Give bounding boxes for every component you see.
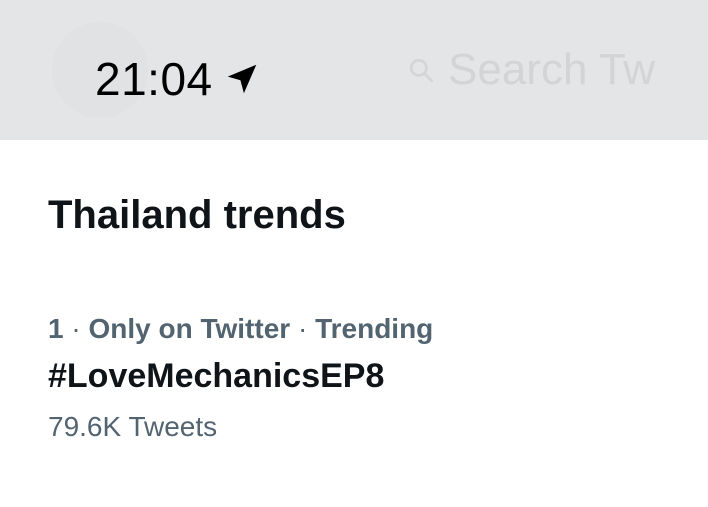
meta-separator: · — [290, 313, 316, 344]
trend-status: Trending — [315, 313, 434, 344]
location-arrow-icon — [227, 64, 256, 94]
trend-rank: 1 — [48, 313, 64, 344]
trend-item[interactable]: 1 · Only on Twitter · Trending #LoveMech… — [48, 312, 668, 444]
section-title: Thailand trends — [48, 193, 346, 237]
search-placeholder: Search Tw — [448, 45, 656, 94]
search-icon — [409, 58, 434, 83]
status-time: 21:04 — [95, 53, 213, 105]
clock-area: 21:04 — [95, 54, 261, 104]
trend-name[interactable]: #LoveMechanicsEP8 — [48, 356, 668, 396]
trend-context: Only on Twitter — [88, 313, 291, 344]
search-bar: Search Tw — [408, 45, 708, 95]
meta-separator: · — [63, 313, 89, 344]
status-bar: Search Tw 21:04 — [0, 0, 708, 140]
trend-tweet-count: 79.6K Tweets — [48, 411, 218, 442]
trend-meta: 1 · Only on Twitter · Trending — [48, 312, 668, 346]
